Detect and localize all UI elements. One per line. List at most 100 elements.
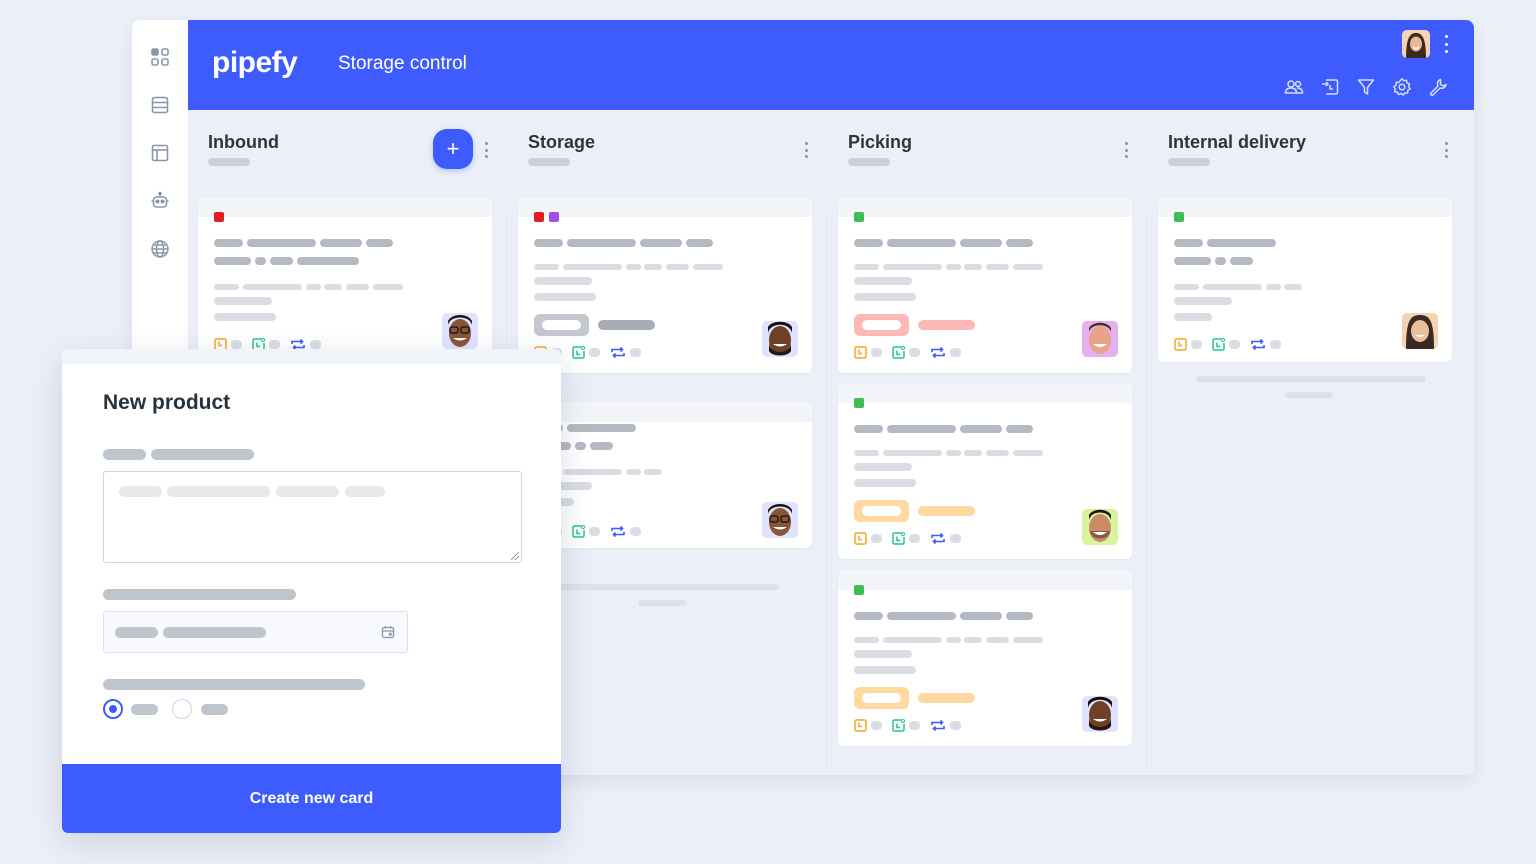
card-header-strip <box>838 570 1132 590</box>
placeholder-text-bar <box>909 721 920 730</box>
placeholder-text-bar <box>630 348 641 357</box>
layout-icon[interactable] <box>149 142 171 164</box>
kebab-dot <box>1444 35 1448 38</box>
header-more-menu[interactable] <box>1444 35 1448 53</box>
kebab-dot <box>484 142 488 145</box>
placeholder-text-bar <box>534 264 559 270</box>
pipefy-logo[interactable]: pipefy <box>212 46 298 80</box>
kebab-dot <box>1444 148 1448 152</box>
field-label <box>103 679 365 690</box>
tag-orange <box>854 687 909 709</box>
import-icon[interactable] <box>1320 77 1340 97</box>
placeholder-text-bar <box>1174 239 1203 247</box>
repeat-icon <box>930 719 946 732</box>
placeholder-text-bar <box>854 450 879 456</box>
settings-icon[interactable] <box>1392 77 1412 97</box>
placeholder-text-bar <box>686 239 713 247</box>
phase-menu-button[interactable] <box>804 142 808 158</box>
card-labels <box>854 585 864 595</box>
kebab-dot <box>1444 155 1448 158</box>
placeholder-text-bar <box>964 264 982 270</box>
resize-handle[interactable] <box>511 552 519 560</box>
placeholder-text-bar <box>909 348 920 357</box>
phase-card-count <box>848 158 890 166</box>
placeholder-text-bar <box>119 486 162 497</box>
phase-title: Picking <box>848 132 913 152</box>
card[interactable] <box>838 570 1132 746</box>
user-avatar[interactable] <box>1402 30 1430 58</box>
assignee-avatar <box>1082 321 1118 357</box>
phase-menu-button[interactable] <box>484 142 488 158</box>
placeholder-text-bar <box>640 239 682 247</box>
tag-pink-text <box>918 320 975 330</box>
placeholder-text-bar <box>887 612 956 620</box>
placeholder-text-bar <box>950 721 961 730</box>
placeholder-text-bar <box>214 313 276 321</box>
database-icon[interactable] <box>149 94 171 116</box>
kebab-dot <box>484 148 488 152</box>
tag-gray <box>534 314 589 336</box>
phase-menu-button[interactable] <box>1124 142 1128 158</box>
created-date-icon <box>572 525 585 538</box>
card[interactable] <box>198 197 492 373</box>
placeholder-text-bar <box>626 264 641 270</box>
phase-title: Storage <box>528 132 596 152</box>
kebab-dot <box>804 155 808 158</box>
calendar-icon[interactable] <box>381 625 395 639</box>
placeholder-text-bar <box>960 425 1002 433</box>
placeholder-text-bar <box>163 627 266 638</box>
placeholder-text-bar <box>214 297 272 305</box>
placeholder-text-bar <box>243 284 302 290</box>
radio-option-2[interactable] <box>172 699 192 719</box>
placeholder-text-bar <box>854 425 883 433</box>
placeholder-text-bar <box>297 257 359 265</box>
card[interactable] <box>838 197 1132 373</box>
phase-menu-button[interactable] <box>1444 142 1448 158</box>
card[interactable] <box>838 383 1132 559</box>
placeholder-text-bar <box>1006 612 1033 620</box>
card[interactable] <box>518 402 812 548</box>
globe-icon[interactable] <box>149 238 171 260</box>
card-labels <box>854 398 864 408</box>
label-red <box>214 212 224 222</box>
radio-option-2-label <box>201 704 228 715</box>
kebab-dot <box>1124 155 1128 158</box>
tag-orange-text <box>918 693 975 703</box>
kebab-dot <box>1444 142 1448 145</box>
placeholder-text-bar <box>854 239 883 247</box>
members-icon[interactable] <box>1284 77 1304 97</box>
placeholder-text-bar <box>883 450 942 456</box>
placeholder-text-bar <box>883 637 942 643</box>
card[interactable] <box>518 197 812 373</box>
placeholder-text-bar <box>1266 284 1281 290</box>
grid-icon[interactable] <box>149 46 171 68</box>
date-field[interactable] <box>103 611 408 653</box>
pipe-header: pipefy Storage control <box>188 20 1474 110</box>
placeholder-text-bar <box>960 612 1002 620</box>
modal-header-strip <box>62 349 561 364</box>
assignee-avatar <box>762 321 798 357</box>
robot-icon[interactable] <box>149 190 171 212</box>
radio-option-1[interactable] <box>103 699 123 719</box>
created-date-icon <box>1212 338 1225 351</box>
card[interactable] <box>1158 197 1452 362</box>
placeholder-text-bar <box>214 257 251 265</box>
created-date-icon <box>572 346 585 359</box>
description-textarea[interactable] <box>103 471 522 563</box>
placeholder-text-bar <box>630 527 641 536</box>
add-card-button[interactable]: + <box>433 129 473 169</box>
repeat-icon <box>930 532 946 545</box>
placeholder-text-bar <box>269 340 280 349</box>
wrench-icon[interactable] <box>1428 77 1448 97</box>
placeholder-text-bar <box>589 527 600 536</box>
placeholder-text-bar <box>854 293 916 301</box>
filter-icon[interactable] <box>1356 77 1376 97</box>
card-header-strip <box>518 197 812 217</box>
placeholder-text-bar <box>1215 257 1226 265</box>
placeholder-text-bar <box>883 264 942 270</box>
placeholder-text-bar <box>563 264 622 270</box>
kebab-dot <box>1444 42 1448 46</box>
create-new-card-button[interactable]: Create new card <box>62 764 561 833</box>
column-divider <box>1146 210 1147 770</box>
placeholder-text-bar <box>964 450 982 456</box>
